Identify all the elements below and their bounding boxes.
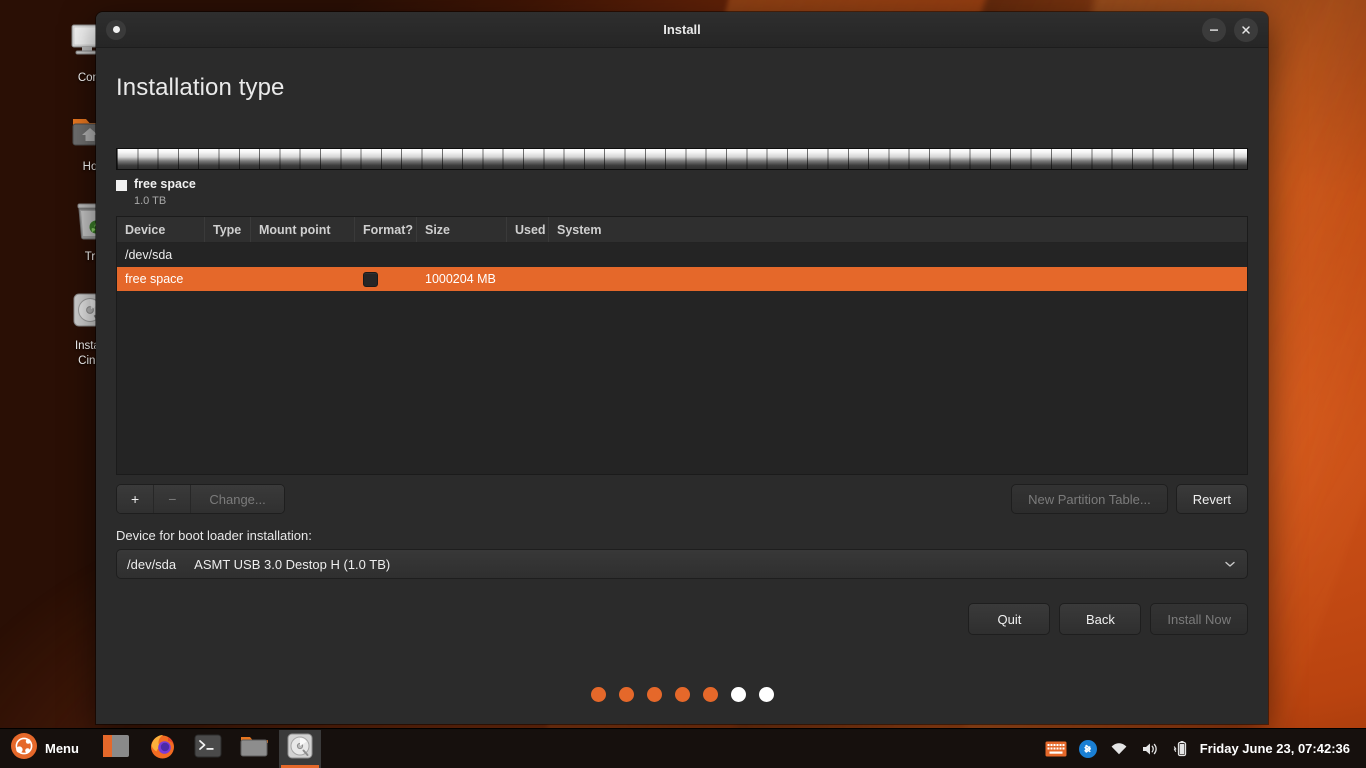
table-row[interactable]: free space 1000204 MB	[117, 267, 1247, 292]
cell-size	[417, 243, 507, 267]
cell-format	[355, 243, 417, 267]
progress-dot	[758, 687, 774, 702]
bootloader-device-description: ASMT USB 3.0 Destop H (1.0 TB)	[194, 556, 391, 572]
bootloader-label: Device for boot loader installation:	[116, 528, 312, 544]
cell-size: 1000204 MB	[425, 272, 496, 287]
bluetooth-icon[interactable]	[1078, 739, 1098, 759]
column-header-type: Type	[205, 217, 251, 243]
bootloader-device-id: /dev/sda	[127, 556, 177, 572]
distro-logo-icon	[10, 732, 38, 765]
minimize-icon	[1210, 28, 1218, 31]
column-header-device: Device	[117, 217, 205, 243]
install-window: Install Installation type free space 1.0…	[96, 12, 1268, 724]
progress-dot	[730, 687, 746, 702]
back-button[interactable]: Back	[1059, 603, 1142, 636]
change-partition-button: Change...	[191, 485, 284, 514]
column-header-used: Used	[507, 217, 549, 243]
taskbar: Menu Friday June 23, 07:42:36	[0, 728, 1366, 768]
keyboard-icon[interactable]	[1045, 741, 1067, 757]
cell-mount-point	[251, 243, 355, 267]
terminal-icon	[194, 734, 222, 763]
folder-icon	[239, 733, 269, 764]
desktop: Com Ho Tr Install Cinn Install Installat…	[0, 0, 1366, 768]
wifi-icon[interactable]	[1109, 741, 1129, 757]
launcher-firefox[interactable]	[141, 730, 183, 768]
cell-device: /dev/sda	[125, 248, 173, 263]
window-title: Install	[663, 22, 701, 37]
cell-used	[507, 243, 549, 267]
battery-icon[interactable]	[1171, 740, 1189, 758]
dialog-actions: Quit Back Install Now	[116, 603, 1248, 636]
column-header-system: System	[557, 222, 602, 237]
chevron-down-icon	[1223, 557, 1237, 571]
cell-system	[549, 267, 669, 291]
new-partition-table-button: New Partition Table...	[1011, 484, 1168, 515]
launcher-files-orange[interactable]	[95, 730, 137, 768]
progress-dot	[618, 687, 634, 702]
close-icon	[1242, 25, 1250, 34]
cell-mount-point	[251, 267, 355, 291]
clock[interactable]: Friday June 23, 07:42:36	[1200, 741, 1350, 756]
cell-used	[507, 267, 549, 291]
partition-table-actions: New Partition Table... Revert	[1011, 484, 1248, 515]
partition-toolbar: + − Change... New Partition Table... Rev…	[116, 484, 1248, 515]
cell-type	[205, 267, 251, 291]
progress-dots	[96, 687, 1268, 702]
cell-type	[205, 243, 251, 267]
titlebar-controls	[1202, 17, 1258, 42]
app-indicator-icon	[106, 19, 126, 40]
launcher-folder[interactable]	[233, 730, 275, 768]
menu-button[interactable]: Menu	[6, 731, 89, 767]
desktop-icon-label: Tr	[84, 250, 96, 263]
legend-swatch	[116, 180, 127, 191]
quit-button[interactable]: Quit	[968, 603, 1051, 636]
progress-dot	[590, 687, 606, 702]
revert-button[interactable]: Revert	[1175, 484, 1248, 515]
minimize-button[interactable]	[1202, 17, 1226, 42]
column-header-size: Size	[417, 217, 507, 243]
column-header-format: Format?	[355, 217, 417, 243]
system-tray: Friday June 23, 07:42:36	[1045, 739, 1360, 759]
progress-dot	[702, 687, 718, 702]
progress-dot	[646, 687, 662, 702]
disk-usage-section: free space 1.0 TB	[116, 148, 1248, 208]
window-body: Installation type free space 1.0 TB Devi…	[96, 48, 1268, 724]
close-button[interactable]	[1234, 17, 1258, 42]
add-partition-button[interactable]: +	[117, 485, 155, 514]
page-title: Installation type	[116, 74, 285, 101]
legend-name: free space	[134, 177, 196, 191]
legend-size: 1.0 TB	[134, 194, 167, 207]
format-checkbox[interactable]	[363, 271, 378, 287]
titlebar-left	[106, 19, 126, 40]
firefox-icon	[148, 732, 176, 765]
disk-usage-bar[interactable]	[116, 148, 1248, 170]
table-row[interactable]: /dev/sda	[117, 243, 1247, 267]
cell-system	[549, 243, 669, 267]
partition-table[interactable]: Device Type Mount point Format? Size Use…	[116, 216, 1248, 476]
volume-icon[interactable]	[1140, 741, 1160, 757]
partition-edit-group: + − Change...	[116, 484, 285, 515]
install-now-button: Install Now	[1150, 603, 1248, 636]
progress-dot	[674, 687, 690, 702]
column-header-mount-point: Mount point	[251, 217, 355, 243]
remove-partition-button: −	[154, 485, 192, 514]
files-orange-icon	[101, 733, 131, 764]
bootloader-device-select[interactable]: /dev/sda ASMT USB 3.0 Destop H (1.0 TB)	[116, 549, 1248, 580]
disk-legend: free space 1.0 TB	[116, 177, 1248, 208]
cell-format	[355, 267, 417, 291]
cell-device: free space	[125, 272, 184, 287]
launcher-terminal[interactable]	[187, 730, 229, 768]
launcher-disk-installer[interactable]	[278, 729, 321, 768]
disk-installer-icon	[286, 732, 314, 765]
menu-label: Menu	[45, 741, 79, 756]
window-titlebar: Install	[96, 12, 1268, 48]
taskbar-launchers	[95, 729, 321, 768]
partition-table-header: Device Type Mount point Format? Size Use…	[117, 217, 1247, 244]
